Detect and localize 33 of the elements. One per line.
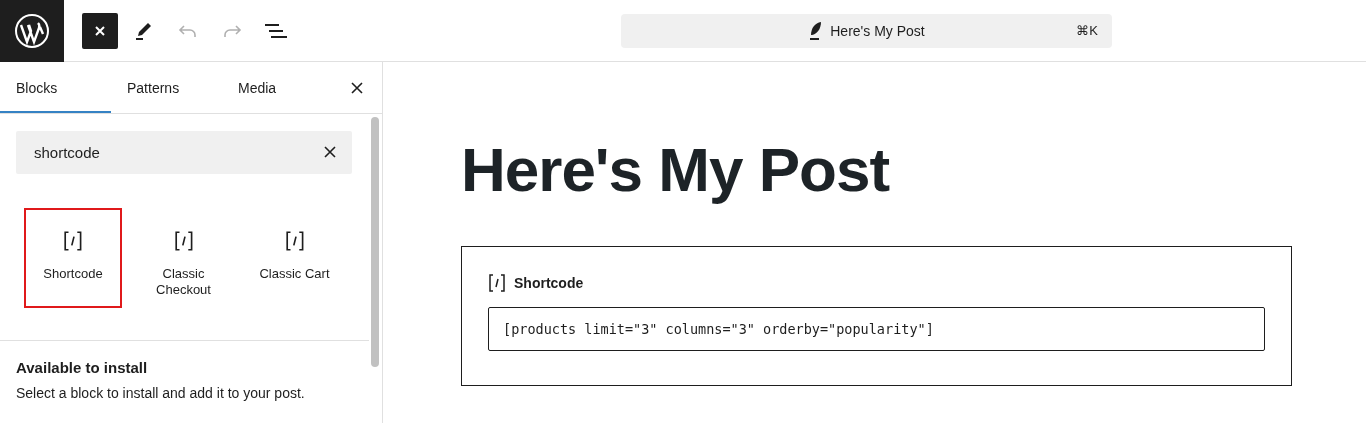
section-heading: Available to install	[16, 359, 149, 376]
redo-icon	[222, 23, 242, 38]
shortcode-field[interactable]: [products limit="3" columns="3" orderby="popularity"]	[488, 307, 1265, 351]
pencil-icon	[135, 20, 153, 41]
shortcode-icon	[488, 273, 506, 293]
undo-icon	[178, 23, 198, 38]
clear-icon[interactable]	[324, 146, 336, 158]
post-title: Here's My Post	[461, 134, 891, 206]
tab[interactable]: Patterns	[111, 62, 222, 113]
tab[interactable]: Media	[222, 62, 333, 113]
shortcode-block[interactable]: Shortcode [products limit="3" columns="3" orderby="popularity"]	[461, 246, 1292, 386]
shortcode-icon	[284, 230, 305, 252]
feather-icon	[808, 20, 823, 41]
close-icon	[93, 23, 107, 38]
command-bar[interactable]: Here's My Post ⌘K	[621, 13, 1112, 48]
section-description: Select a block to install and add it to your post.	[16, 385, 306, 401]
block-label: Shortcode	[514, 275, 584, 291]
block-item[interactable]: Shortcode	[24, 208, 122, 308]
search-field[interactable]: shortcode	[16, 131, 352, 174]
logo[interactable]	[0, 0, 64, 62]
list-view-icon	[265, 22, 287, 39]
shortcode-icon	[173, 230, 194, 252]
keyboard-shortcut: ⌘K	[1076, 23, 1098, 38]
post-title: Here's My Post	[830, 22, 925, 39]
block-item[interactable]: Classic Checkout	[128, 208, 239, 308]
block-item[interactable]: Classic Cart	[239, 208, 350, 308]
close-button[interactable]	[82, 12, 118, 49]
wordpress-logo-icon	[14, 12, 50, 49]
tab[interactable]: Blocks	[0, 62, 111, 113]
shortcode-icon	[63, 230, 83, 252]
scrollbar[interactable]	[371, 117, 379, 367]
close-button[interactable]	[350, 80, 364, 95]
close-icon	[350, 80, 364, 95]
